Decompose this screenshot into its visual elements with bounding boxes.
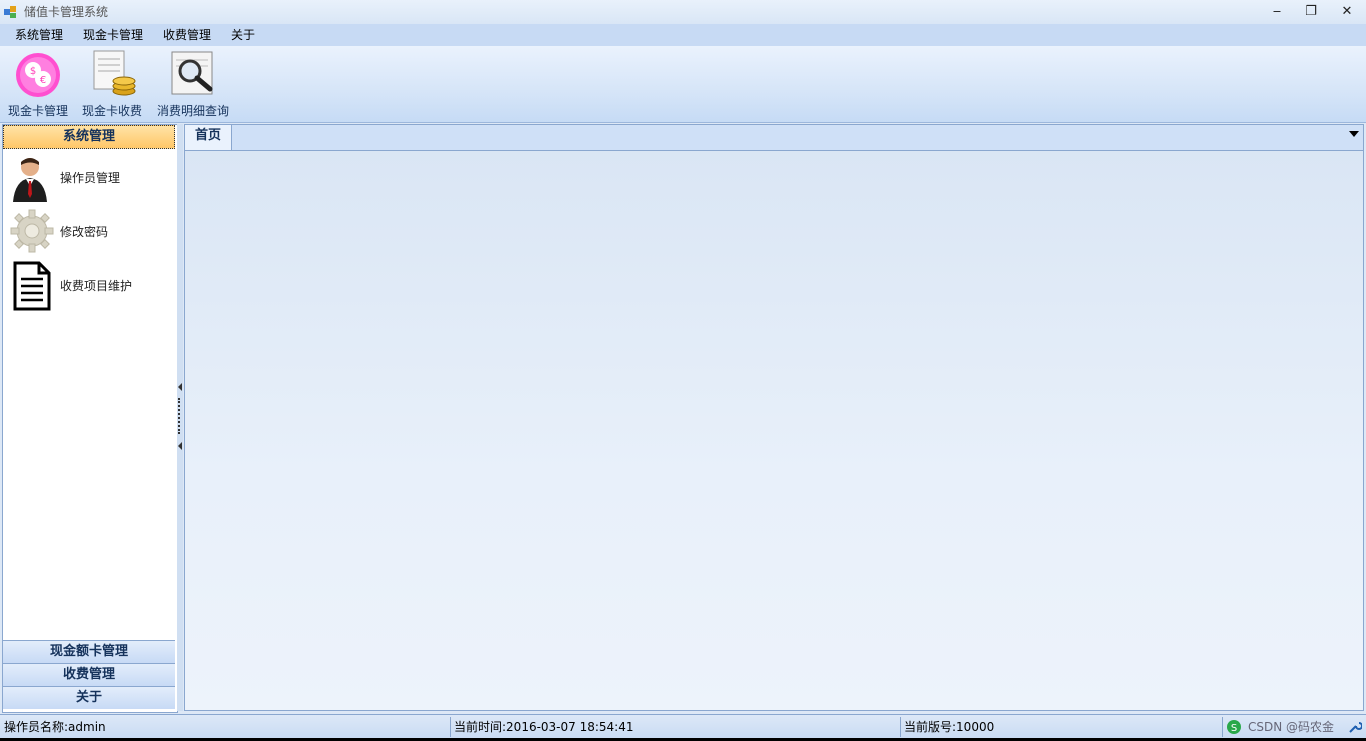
toolbar-button-label: 现金卡收费: [81, 104, 142, 118]
toolbar-button-cash-charge[interactable]: 现金卡收费: [79, 46, 145, 120]
wrench-icon: [1349, 722, 1362, 733]
nav-item-label: 操作员管理: [60, 171, 121, 185]
money-flower-icon: $ €: [16, 53, 60, 97]
main-tab-area: 首页: [184, 124, 1364, 711]
nav-item-charge-items[interactable]: 收费项目维护: [3, 259, 175, 311]
menu-bar: 系统管理 现金卡管理 收费管理 关于: [0, 24, 1366, 46]
svg-text:€: €: [40, 75, 46, 86]
receipt-coins-icon: [93, 50, 136, 96]
nav-group-header-charge[interactable]: 收费管理: [3, 663, 175, 686]
nav-panel: 系统管理 操作员管理 修改密码 收费项目维护 现金额卡管理 收费管理 关于: [2, 124, 178, 713]
app-icon: [4, 6, 16, 18]
status-time: 当前时间:2016-03-07 18:54:41: [454, 720, 634, 734]
status-divider: [450, 717, 451, 737]
watermark-text: CSDN @码农金: [1248, 720, 1335, 734]
title-bar: 储值卡管理系统 ‒ ❐ ✕: [0, 0, 1366, 25]
menu-item-charge[interactable]: 收费管理: [159, 24, 215, 46]
svg-text:$: $: [30, 66, 36, 77]
document-icon: [13, 261, 51, 311]
toolbar-button-label: 消费明细查询: [156, 104, 229, 118]
window-title: 储值卡管理系统: [24, 5, 109, 19]
collapse-left-arrow-icon[interactable]: [177, 442, 183, 450]
status-bar: 操作员名称:admin 当前时间:2016-03-07 18:54:41 当前版…: [0, 714, 1366, 739]
magnifier-document-icon: [171, 51, 213, 95]
toolbar-button-consumption-query[interactable]: 消费明细查询: [155, 46, 231, 120]
user-icon: [13, 158, 47, 202]
status-operator: 操作员名称:admin: [4, 720, 106, 734]
minimize-button[interactable]: ‒: [1260, 2, 1294, 22]
tab-home[interactable]: 首页: [185, 125, 232, 150]
gear-icon: [10, 209, 54, 253]
nav-item-label: 修改密码: [60, 225, 109, 239]
svg-text:S: S: [1231, 723, 1237, 734]
nav-item-operator-management[interactable]: 操作员管理: [3, 151, 175, 203]
collapse-left-arrow-icon[interactable]: [177, 383, 183, 391]
nav-group-header-system[interactable]: 系统管理: [3, 125, 175, 149]
menu-item-about[interactable]: 关于: [227, 24, 259, 46]
toolbar: $ € 现金卡管理 现金卡收费 消费明细查询: [0, 46, 1366, 123]
toolbar-button-label: 现金卡管理: [7, 104, 68, 118]
nav-group-header-cash-card[interactable]: 现金额卡管理: [3, 640, 175, 663]
ime-icon: S: [1227, 720, 1241, 734]
status-divider: [1222, 717, 1223, 737]
status-divider: [900, 717, 901, 737]
close-button[interactable]: ✕: [1330, 2, 1364, 22]
status-version: 当前版号:10000: [904, 720, 995, 734]
nav-group-header-about[interactable]: 关于: [3, 686, 175, 709]
nav-item-change-password[interactable]: 修改密码: [3, 205, 175, 257]
splitter-grip[interactable]: [178, 398, 182, 434]
tab-strip: 首页: [185, 125, 1363, 151]
maximize-button[interactable]: ❐: [1294, 2, 1328, 22]
nav-item-label: 收费项目维护: [60, 279, 133, 293]
toolbar-button-cash-card[interactable]: $ € 现金卡管理: [5, 46, 71, 120]
menu-item-system[interactable]: 系统管理: [11, 24, 67, 46]
tab-list-dropdown-icon[interactable]: [1349, 131, 1359, 137]
menu-item-cash-card[interactable]: 现金卡管理: [79, 24, 147, 46]
